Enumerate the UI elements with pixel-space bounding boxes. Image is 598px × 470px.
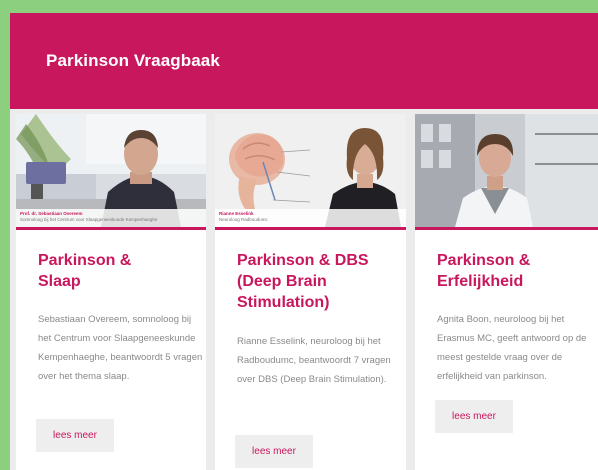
read-more-button[interactable]: lees meer	[435, 400, 513, 433]
card-dbs: Rianne Esselink Neuroloog Radboudumc Par…	[215, 114, 406, 470]
card-title: Parkinson & Slaap	[38, 252, 132, 290]
caption-role: Neuroloog Radboudumc	[219, 217, 268, 222]
card-title: Parkinson & DBS (Deep Brain Stimulation)	[237, 252, 369, 311]
card-description: Sebastiaan Overeem, somnoloog bij het Ce…	[38, 314, 203, 382]
page-header: Parkinson Vraagbaak	[10, 13, 598, 109]
card-heredity: Parkinson & Erfelijkheid Agnita Boon, ne…	[415, 114, 598, 470]
read-more-button[interactable]: lees meer	[36, 419, 114, 452]
speaker-photo-boon	[415, 114, 598, 227]
photo-caption: Rianne Esselink Neuroloog Radboudumc	[219, 211, 268, 223]
card-description: Agnita Boon, neuroloog bij het Erasmus M…	[437, 314, 587, 382]
read-more-button[interactable]: lees meer	[235, 435, 313, 468]
caption-role: Somnoloog bij het Centrum voor Slaapgene…	[20, 217, 158, 222]
card-description: Rianne Esselink, neuroloog bij het Radbo…	[237, 336, 391, 385]
card-photo: Prof. dr. Sebastiaan Overeem Somnoloog b…	[16, 114, 206, 227]
card-photo: Rianne Esselink Neuroloog Radboudumc	[215, 114, 406, 227]
photo-caption: Prof. dr. Sebastiaan Overeem Somnoloog b…	[20, 211, 157, 223]
card-photo	[415, 114, 598, 227]
accent-divider	[415, 227, 598, 230]
content-panel: Parkinson Vraagbaak Prof. dr. Sebastiaan…	[10, 13, 598, 470]
caption-name: Prof. dr. Sebastiaan Overeem	[20, 211, 83, 216]
caption-name: Rianne Esselink	[219, 211, 254, 216]
page-title: Parkinson Vraagbaak	[46, 51, 220, 70]
card-title: Parkinson & Erfelijkheid	[437, 252, 531, 290]
accent-divider	[16, 227, 206, 230]
card-sleep: Prof. dr. Sebastiaan Overeem Somnoloog b…	[16, 114, 206, 470]
accent-divider	[215, 227, 406, 230]
